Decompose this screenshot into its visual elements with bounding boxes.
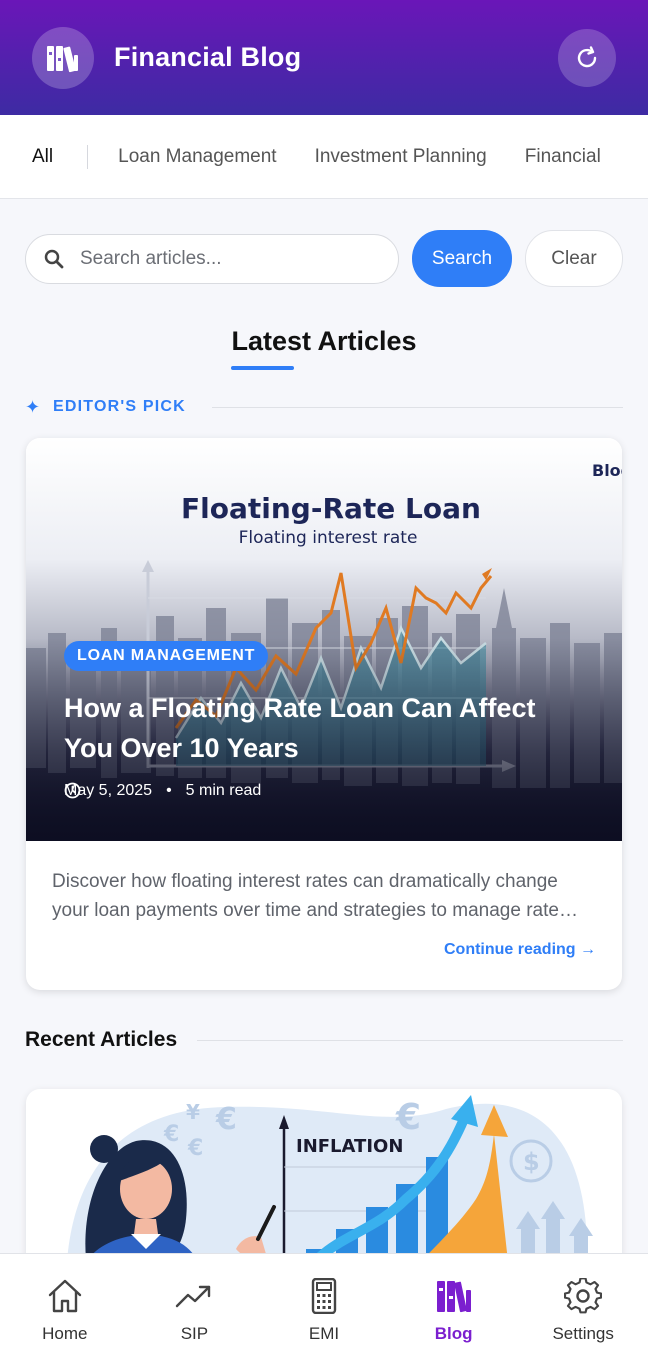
- meta-separator: •: [166, 782, 172, 799]
- tab-divider: [87, 144, 89, 169]
- search-box[interactable]: [25, 233, 399, 284]
- read-time: 5 min read: [185, 782, 262, 799]
- refresh-button[interactable]: [558, 28, 616, 87]
- divider-line: [211, 406, 623, 408]
- books-icon: [436, 1281, 471, 1313]
- nav-home[interactable]: Home: [0, 1254, 130, 1363]
- nav-settings[interactable]: Settings: [518, 1254, 648, 1363]
- svg-text:$: $: [523, 1148, 540, 1176]
- svg-text:€: €: [187, 1136, 203, 1161]
- nav-settings-label: Settings: [552, 1324, 614, 1343]
- nav-home-label: Home: [42, 1324, 88, 1343]
- clear-button[interactable]: Clear: [525, 230, 623, 287]
- home-icon: [48, 1279, 81, 1313]
- article-meta: May 5, 2025 • 5 min read: [64, 782, 261, 800]
- search-button[interactable]: Search: [412, 230, 512, 287]
- featured-article-card[interactable]: Floating-Rate Loan Floating interest rat…: [26, 438, 622, 990]
- app-logo: [32, 26, 94, 89]
- nav-sip[interactable]: SIP: [130, 1254, 260, 1363]
- tab-investment-planning[interactable]: Investment Planning: [315, 146, 487, 168]
- article-excerpt: Discover how floating interest rates can…: [52, 871, 559, 921]
- continue-reading-link[interactable]: Continue reading →: [52, 941, 596, 959]
- tab-all[interactable]: All: [32, 146, 53, 168]
- nav-sip-label: SIP: [180, 1324, 209, 1343]
- svg-text:€: €: [215, 1102, 237, 1137]
- nav-emi[interactable]: EMI: [259, 1254, 389, 1363]
- recent-articles-label: Recent Articles: [25, 1028, 178, 1051]
- tab-loan-management[interactable]: Loan Management: [118, 146, 276, 168]
- svg-text:€: €: [395, 1097, 421, 1138]
- featured-overlay: LOAN MANAGEMENT How a Floating Rate Loan…: [26, 438, 622, 841]
- search-input[interactable]: [80, 247, 370, 270]
- title-underline: [231, 366, 294, 370]
- search-row: Search Clear: [25, 230, 623, 287]
- nav-blog[interactable]: Blog: [389, 1254, 519, 1363]
- category-tabs: All Loan Management Investment Planning …: [0, 115, 648, 199]
- trend-up-icon: [176, 1285, 211, 1308]
- svg-text:€: €: [163, 1122, 179, 1147]
- recent-image-text: INFLATION: [296, 1136, 403, 1157]
- books-icon: [47, 45, 78, 72]
- nav-emi-label: EMI: [308, 1324, 340, 1343]
- refresh-icon: [577, 45, 597, 67]
- app-header: Financial Blog: [0, 0, 648, 115]
- featured-article-image: Floating-Rate Loan Floating interest rat…: [26, 438, 622, 841]
- divider-line: [197, 1039, 623, 1041]
- gear-icon: [564, 1278, 603, 1314]
- editor-pick-text: EDITOR'S PICK: [53, 398, 186, 415]
- editor-pick-label: ✦ EDITOR'S PICK: [25, 396, 623, 418]
- clock-icon: [64, 782, 81, 799]
- sparkle-icon: ✦: [25, 396, 41, 417]
- featured-body: Discover how floating interest rates can…: [26, 841, 622, 959]
- nav-blog-label: Blog: [434, 1324, 473, 1343]
- section-title: Latest Articles: [231, 326, 417, 356]
- category-badge[interactable]: LOAN MANAGEMENT: [64, 641, 269, 671]
- bottom-nav: Home SIP EMI Blog Settings: [0, 1253, 648, 1363]
- tab-financial[interactable]: Financial: [525, 146, 601, 168]
- calculator-icon: [311, 1278, 337, 1314]
- recent-articles-header: Recent Articles: [25, 1026, 623, 1054]
- featured-article-title[interactable]: How a Floating Rate Loan Can Affect You …: [64, 688, 584, 768]
- svg-text:¥: ¥: [186, 1100, 200, 1124]
- search-icon: [44, 249, 64, 268]
- app-title: Financial Blog: [114, 42, 302, 72]
